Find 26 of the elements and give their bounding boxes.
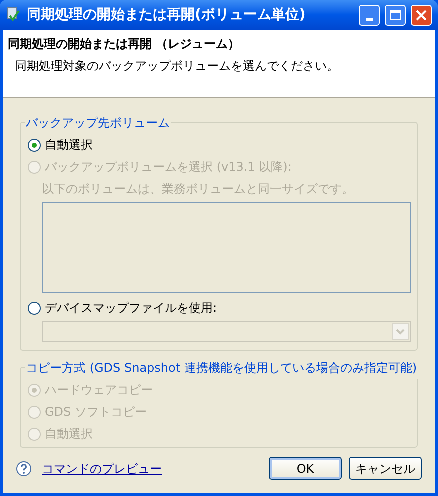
help-icon[interactable] [16,460,32,476]
radio-label: ハードウェアコピー [45,382,153,399]
group-title: コピー方式 (GDS Snapshot 連携機能を使用している場合のみ指定可能) [26,361,418,375]
command-preview-link[interactable]: コマンドのプレビュー [42,460,259,478]
caret-icon [392,323,409,340]
radio-label: 自動選択 [45,137,93,154]
dialog-button[interactable]: キャンセル [349,457,422,480]
radio-label: GDS ソフトコピー [45,404,147,421]
close-icon [416,10,427,20]
radio-button[interactable] [28,302,41,314]
radio-label: デバイスマップファイルを使用: [45,300,218,317]
app-icon [6,7,22,23]
note-text: 以下のボリュームは、業務ボリュームと同一サイズです。 [42,181,354,198]
radio-label: 自動選択 [45,426,93,443]
window-title: 同期処理の開始または再開(ボリューム単位) [27,6,307,24]
minimize-icon [366,18,373,20]
maximize-icon [390,10,401,20]
header-title: 同期処理の開始または再開 （レジューム） [8,36,242,53]
close-button[interactable] [411,4,432,26]
dialog-button[interactable]: OK [269,457,342,480]
radio-button[interactable] [28,138,41,152]
minimize-button[interactable] [359,4,380,26]
radio-label: バックアップボリュームを選択 (v13.1 以降): [45,159,292,176]
group-title: バックアップ先ボリューム [26,116,170,130]
header-description: 同期処理対象のバックアップボリュームを選んでください。 [14,58,340,75]
maximize-button[interactable] [385,4,406,26]
